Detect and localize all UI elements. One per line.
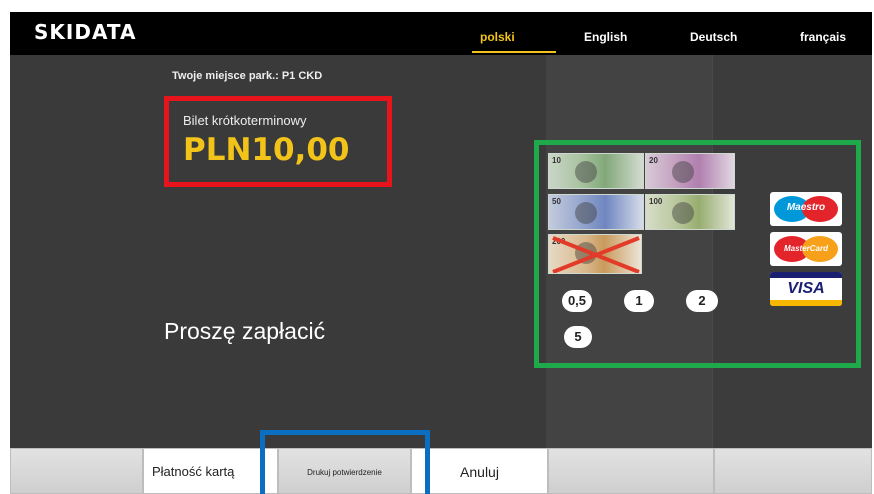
soft-key-1[interactable] — [10, 448, 143, 494]
payment-methods-highlight-box — [534, 140, 861, 368]
language-francais[interactable]: français — [800, 30, 846, 44]
parking-place-label: Twoje miejsce park.: P1 CKD — [172, 70, 323, 82]
active-language-indicator — [472, 51, 556, 53]
header-bar: SKIDATA polski English Deutsch français — [10, 12, 872, 55]
language-polski[interactable]: polski — [480, 30, 515, 44]
soft-key-6[interactable] — [714, 448, 872, 494]
language-english[interactable]: English — [584, 30, 627, 44]
ticket-type-label: Bilet krótkoterminowy — [183, 113, 307, 128]
skidata-logo: SKIDATA — [34, 20, 137, 44]
print-button-highlight-box — [260, 430, 430, 494]
payment-prompt: Proszę zapłacić — [164, 318, 326, 344]
cancel-button[interactable]: Anuluj — [411, 448, 548, 494]
soft-key-5[interactable] — [548, 448, 714, 494]
parking-payment-screen: SKIDATA polski English Deutsch français … — [0, 0, 874, 494]
card-payment-button[interactable]: Płatność kartą — [143, 448, 278, 494]
ticket-highlight-box: Bilet krótkoterminowy PLN10,00 — [164, 96, 392, 187]
language-deutsch[interactable]: Deutsch — [690, 30, 737, 44]
price-amount: PLN10,00 — [183, 132, 350, 168]
